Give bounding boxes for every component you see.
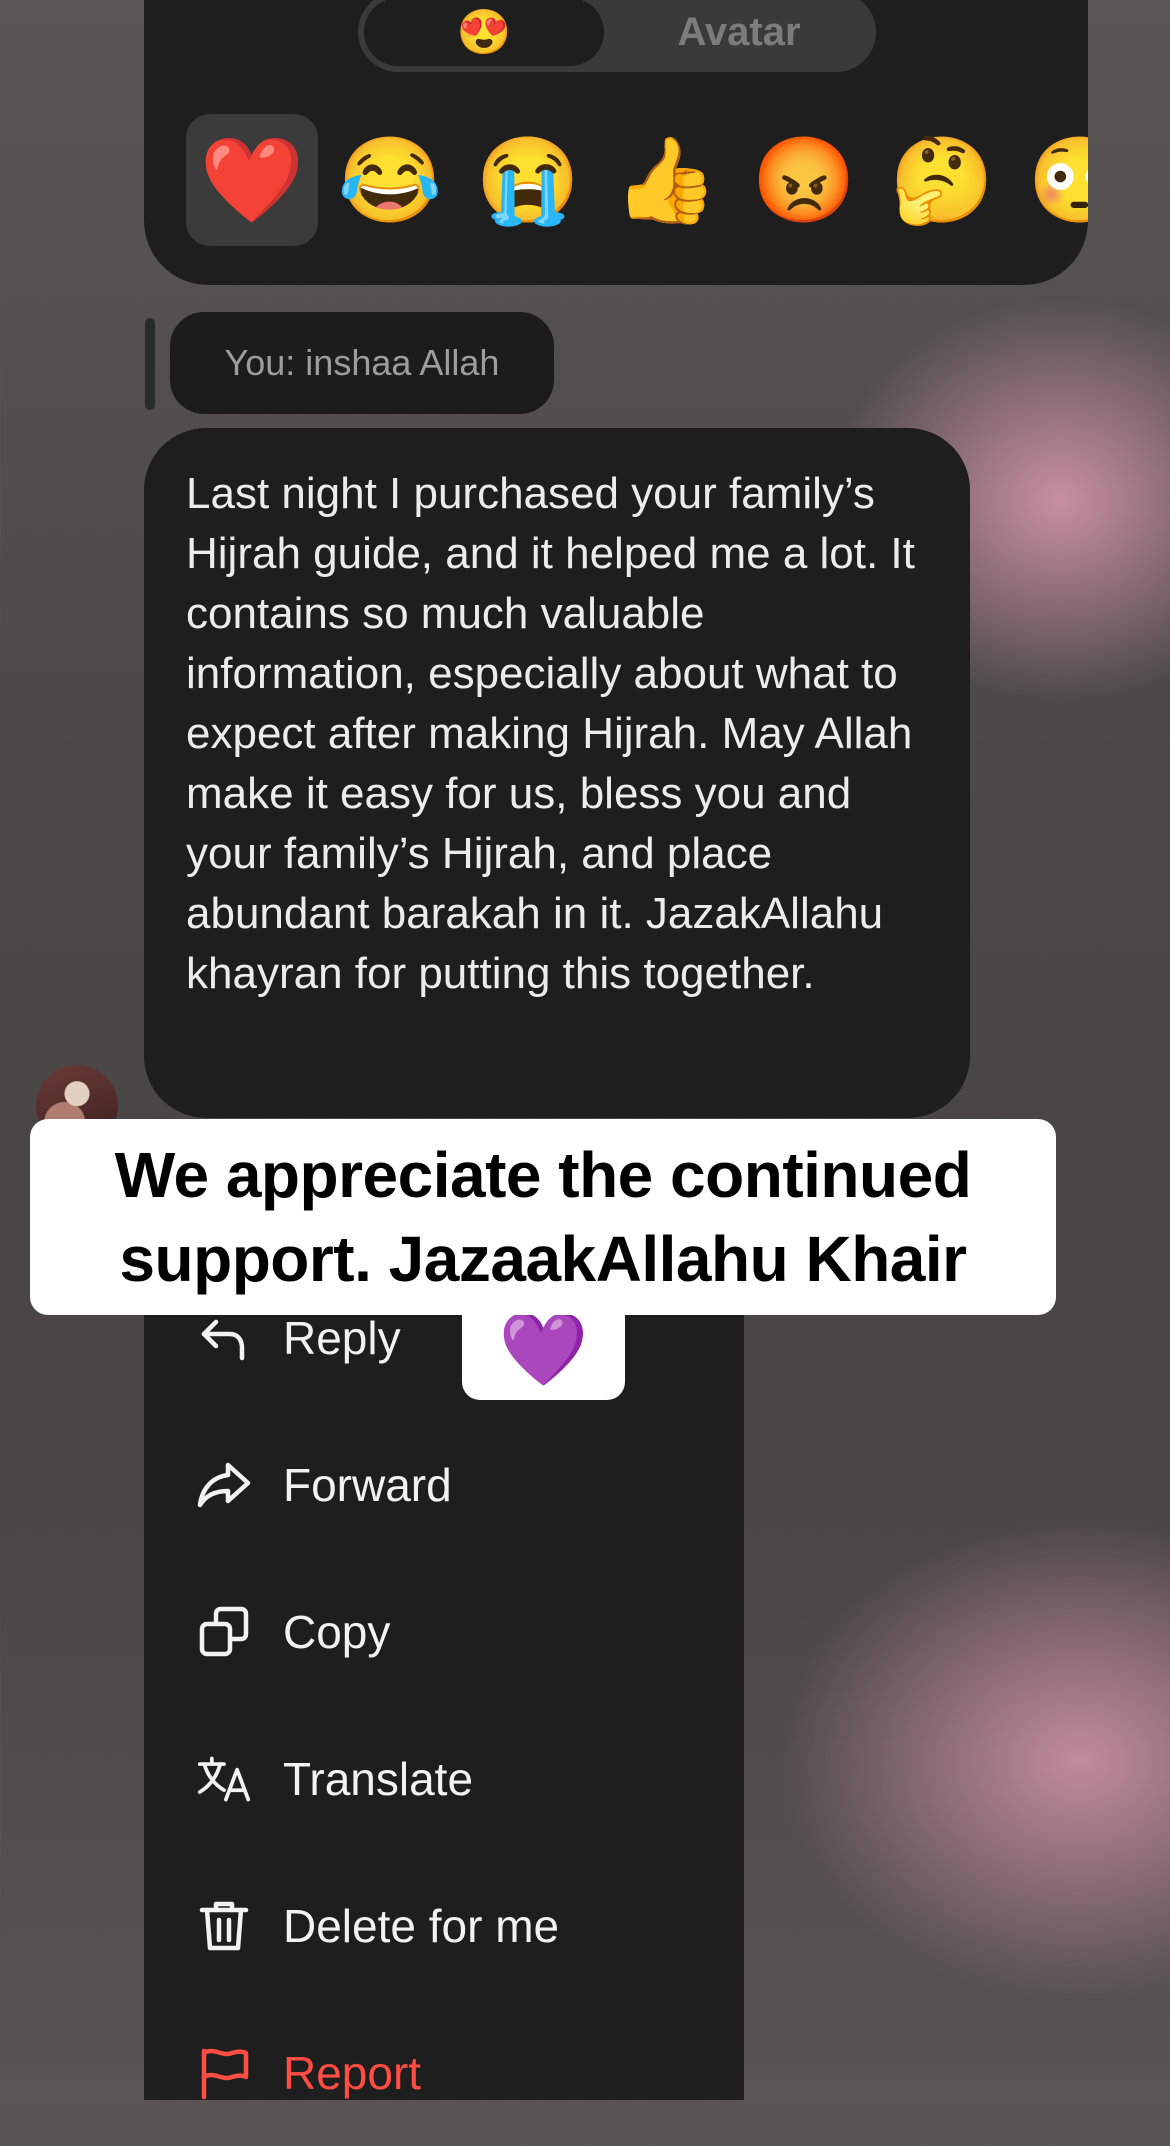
reaction-loudly-crying[interactable]: 😭 [462, 114, 594, 246]
reply-indicator-bar [145, 318, 155, 410]
menu-item-delete[interactable]: Delete for me [144, 1852, 744, 1999]
reaction-thinking-face[interactable]: 🤔 [876, 114, 1008, 246]
flag-icon [196, 2045, 252, 2101]
menu-item-label: Reply [283, 1311, 401, 1364]
reaction-flushed-face[interactable]: 😳 [1014, 114, 1088, 246]
menu-item-report[interactable]: Report [144, 1999, 744, 2146]
menu-item-label: Translate [283, 1752, 474, 1805]
forward-icon [196, 1457, 252, 1513]
translate-icon [196, 1751, 252, 1807]
caption-emoji: 💜 [462, 1300, 625, 1400]
trash-icon [196, 1898, 252, 1954]
menu-item-translate[interactable]: Translate [144, 1705, 744, 1852]
reaction-thumbs-up[interactable]: 👍 [600, 114, 732, 246]
caption-overlay: We appreciate the continued support. Jaz… [30, 1119, 1056, 1315]
menu-item-copy[interactable]: Copy [144, 1558, 744, 1705]
reaction-angry-face[interactable]: 😡 [738, 114, 870, 246]
menu-item-label: Delete for me [283, 1899, 560, 1952]
message-text: Last night I purchased your family’s Hij… [186, 469, 915, 998]
context-menu: Reply Forward Copy Translate Delete for … [144, 1300, 744, 2100]
reaction-red-heart[interactable]: ❤️ [186, 114, 318, 246]
menu-item-label: Forward [283, 1458, 452, 1511]
reaction-emoji-row: ❤️ 😂 😭 👍 😡 🤔 😳 [186, 114, 1088, 246]
tab-emoji[interactable]: 😍 [364, 0, 604, 66]
reply-icon [196, 1310, 252, 1366]
reaction-tears-of-joy[interactable]: 😂 [324, 114, 456, 246]
tab-avatar[interactable]: Avatar [608, 0, 870, 66]
copy-icon [196, 1604, 252, 1660]
reaction-panel: 😍 Avatar ❤️ 😂 😭 👍 😡 🤔 😳 [144, 0, 1088, 285]
caption-text: We appreciate the continued support. Jaz… [114, 1139, 972, 1295]
reaction-tab-switch: 😍 Avatar [358, 0, 876, 72]
message-bubble[interactable]: Last night I purchased your family’s Hij… [144, 428, 970, 1118]
reply-preview: You: inshaa Allah [170, 312, 554, 414]
menu-item-label: Report [283, 2046, 422, 2099]
menu-item-label: Copy [283, 1605, 391, 1658]
menu-item-forward[interactable]: Forward [144, 1411, 744, 1558]
